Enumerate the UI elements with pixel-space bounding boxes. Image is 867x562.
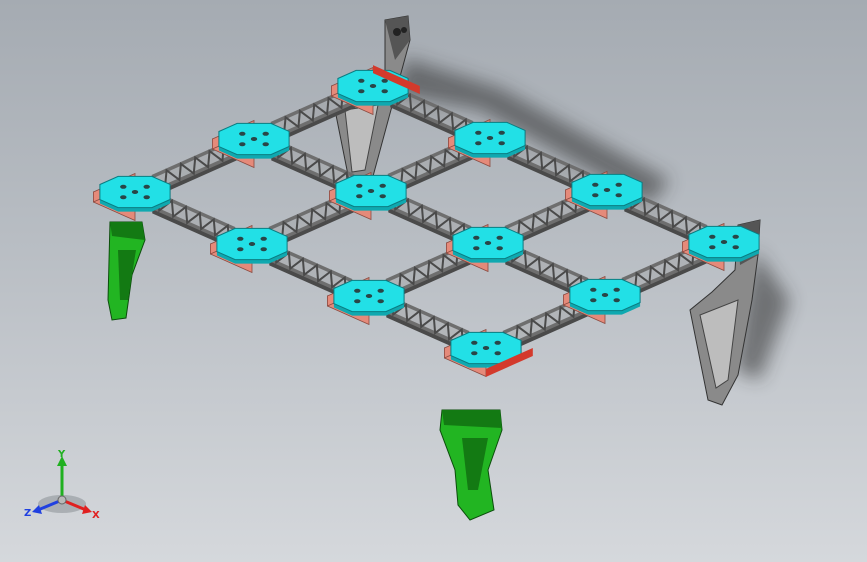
cad-viewport[interactable]: Y X Z	[0, 0, 867, 562]
front-left-leg[interactable]	[107, 221, 146, 321]
front-leg[interactable]	[439, 409, 503, 521]
y-axis-label: Y	[57, 449, 66, 460]
truss-frame-model[interactable]	[0, 0, 867, 562]
axis-triad: Y X Z	[24, 449, 100, 521]
x-axis-label: X	[92, 510, 100, 521]
triad-origin	[57, 495, 67, 505]
z-axis-label: Z	[24, 508, 31, 519]
